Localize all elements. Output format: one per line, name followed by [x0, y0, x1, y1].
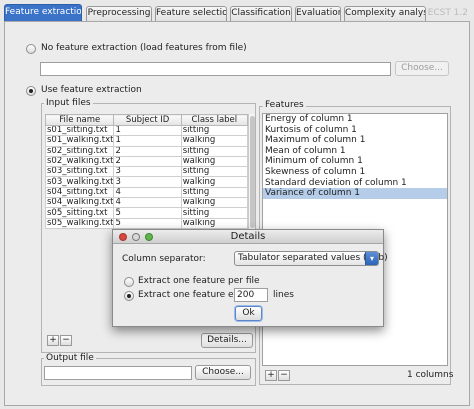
chevron-down-icon[interactable]: ▾ — [365, 252, 378, 265]
class-label-cell[interactable]: walking — [180, 135, 249, 147]
list-item[interactable]: Skewness of column 1 — [263, 167, 447, 178]
list-item[interactable]: Maximum of column 1 — [263, 135, 447, 146]
class-label-cell[interactable]: walking — [180, 176, 249, 188]
file-name-cell[interactable]: s02_walking.txt — [44, 155, 115, 168]
class-label-cell[interactable]: sitting — [180, 186, 249, 199]
ok-button[interactable]: Ok — [235, 306, 262, 321]
input-files-title: Input files — [44, 98, 93, 108]
file-name-cell[interactable]: s01_walking.txt — [44, 135, 115, 147]
table-row[interactable]: s03_sitting.txt 3 sitting — [44, 166, 249, 178]
add-feature-button[interactable]: + — [265, 370, 277, 381]
column-header-subject-id[interactable]: Subject ID — [113, 114, 182, 126]
dialog-title-bar[interactable]: Details — [113, 230, 383, 244]
class-label-cell[interactable]: sitting — [180, 207, 249, 219]
details-button[interactable]: Details... — [201, 333, 253, 348]
file-name-cell[interactable]: s04_walking.txt — [44, 197, 115, 209]
scrollbar-thumb[interactable] — [250, 116, 255, 228]
class-label-cell[interactable]: walking — [180, 217, 249, 229]
class-label-cell[interactable]: sitting — [180, 124, 249, 137]
list-item[interactable]: Minimum of column 1 — [263, 156, 447, 167]
column-header-file-name[interactable]: File name — [44, 114, 115, 126]
per-file-label: Extract one feature per file — [138, 276, 260, 286]
table-row[interactable]: s02_sitting.txt 2 sitting — [44, 145, 249, 157]
file-name-cell[interactable]: s03_sitting.txt — [44, 166, 115, 178]
table-row[interactable]: s01_walking.txt 1 walking — [44, 135, 249, 147]
column-separator-select[interactable]: Tabulator separated values (.tab) ▾ — [234, 251, 388, 266]
list-item[interactable]: Mean of column 1 — [263, 146, 447, 157]
columns-count-label: 1 columns — [407, 370, 454, 380]
use-extraction-radio[interactable] — [26, 86, 36, 96]
no-extraction-radio[interactable] — [26, 44, 36, 54]
list-item[interactable]: Kurtosis of column 1 — [263, 125, 447, 136]
features-title: Features — [263, 100, 306, 110]
file-name-cell[interactable]: s02_sitting.txt — [44, 145, 115, 157]
output-file-title: Output file — [44, 353, 96, 363]
class-label-cell[interactable]: sitting — [180, 166, 249, 178]
per-file-radio[interactable] — [124, 277, 134, 287]
file-name-cell[interactable]: s04_sitting.txt — [44, 186, 115, 199]
feature-extraction-panel: No feature extraction (load features fro… — [4, 21, 470, 406]
table-row[interactable]: s05_sitting.txt 5 sitting — [44, 207, 249, 219]
table-row[interactable]: s05_walking.txt 5 walking — [44, 217, 249, 229]
tab-preprocessing[interactable]: Preprocessing — [86, 6, 152, 21]
version-label: ECST 1.2 — [427, 8, 468, 18]
file-name-cell[interactable]: s05_walking.txt — [44, 217, 115, 229]
tab-feature-selection[interactable]: Feature selection — [155, 6, 227, 21]
table-row[interactable]: s04_walking.txt 4 walking — [44, 197, 249, 209]
table-header-row: File name Subject ID Class label — [44, 114, 249, 126]
table-row[interactable]: s01_sitting.txt 1 sitting — [44, 124, 249, 137]
tab-evaluation[interactable]: Evaluation — [295, 6, 341, 21]
class-label-cell[interactable]: sitting — [180, 145, 249, 157]
lines-count-field[interactable]: 200 — [234, 288, 268, 302]
choose-feature-file-button[interactable]: Choose... — [395, 61, 449, 76]
remove-input-file-button[interactable]: − — [60, 335, 72, 346]
feature-file-path-field[interactable] — [40, 62, 391, 76]
details-dialog: Details Column separator: Tabulator sepa… — [112, 229, 388, 327]
subject-id-cell[interactable]: 1 — [113, 135, 182, 147]
column-header-class-label[interactable]: Class label — [180, 114, 249, 126]
subject-id-cell[interactable]: 3 — [113, 176, 182, 188]
tab-bar: Feature extraction Preprocessing Feature… — [0, 0, 474, 21]
list-item[interactable]: Energy of column 1 — [263, 114, 447, 125]
subject-id-cell[interactable]: 5 — [113, 217, 182, 229]
class-label-cell[interactable]: walking — [180, 155, 249, 168]
subject-id-cell[interactable]: 4 — [113, 186, 182, 199]
tab-feature-extraction[interactable]: Feature extraction — [4, 4, 82, 21]
list-item[interactable]: Standard deviation of column 1 — [263, 178, 447, 189]
no-extraction-label: No feature extraction (load features fro… — [41, 43, 247, 53]
subject-id-cell[interactable]: 4 — [113, 197, 182, 209]
tab-complexity-analysis[interactable]: Complexity analysis — [344, 6, 426, 21]
add-input-file-button[interactable]: + — [47, 335, 59, 346]
dialog-title: Details — [230, 231, 266, 242]
use-extraction-label: Use feature extraction — [41, 85, 142, 95]
subject-id-cell[interactable]: 3 — [113, 166, 182, 178]
lines-unit-label: lines — [273, 290, 294, 300]
class-label-cell[interactable]: walking — [180, 197, 249, 209]
every-lines-radio[interactable] — [124, 291, 134, 301]
choose-output-file-button[interactable]: Choose... — [195, 365, 251, 380]
output-file-path-field[interactable] — [44, 366, 192, 380]
file-name-cell[interactable]: s01_sitting.txt — [44, 124, 115, 137]
subject-id-cell[interactable]: 1 — [113, 124, 182, 137]
remove-feature-button[interactable]: − — [278, 370, 290, 381]
subject-id-cell[interactable]: 2 — [113, 145, 182, 157]
file-name-cell[interactable]: s05_sitting.txt — [44, 207, 115, 219]
column-separator-label: Column separator: — [122, 254, 206, 264]
tab-classification[interactable]: Classification — [230, 6, 292, 21]
subject-id-cell[interactable]: 2 — [113, 155, 182, 168]
table-row[interactable]: s03_walking.txt 3 walking — [44, 176, 249, 188]
input-files-table: File name Subject ID Class label s01_sit… — [44, 114, 249, 229]
table-row[interactable]: s04_sitting.txt 4 sitting — [44, 186, 249, 199]
table-row[interactable]: s02_walking.txt 2 walking — [44, 155, 249, 168]
file-name-cell[interactable]: s03_walking.txt — [44, 176, 115, 188]
subject-id-cell[interactable]: 5 — [113, 207, 182, 219]
list-item[interactable]: Variance of column 1 — [263, 188, 447, 199]
